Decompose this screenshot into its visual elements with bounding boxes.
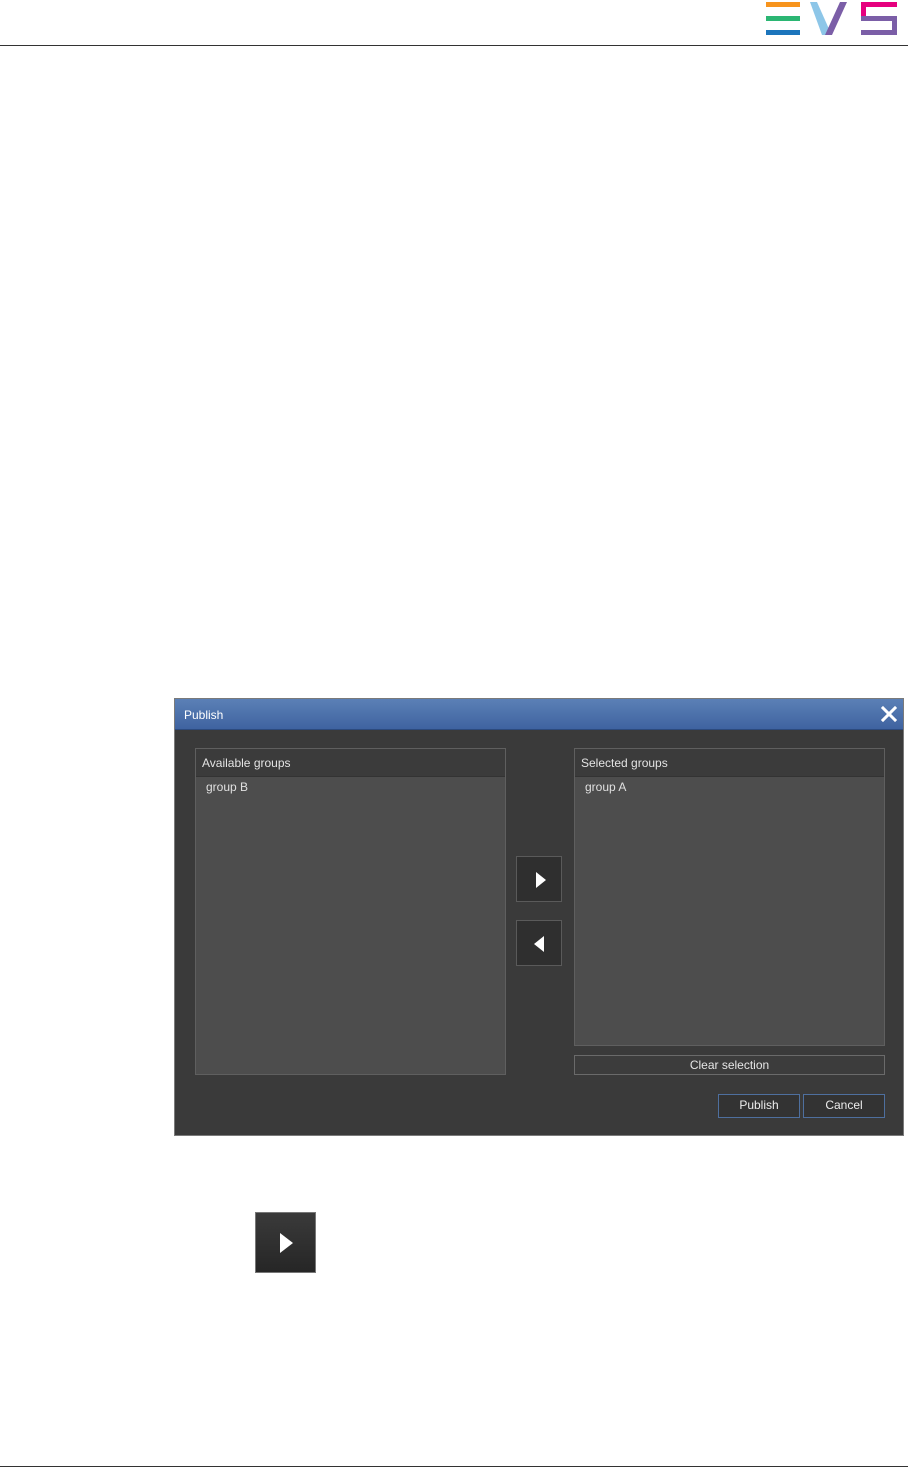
- arrow-left-icon: [534, 936, 544, 952]
- available-groups-list[interactable]: Available groups group B: [195, 748, 506, 1075]
- arrow-right-icon: [280, 1233, 293, 1253]
- arrow-right-icon: [536, 872, 546, 888]
- list-item[interactable]: group B: [196, 777, 505, 797]
- move-left-button[interactable]: [516, 920, 562, 966]
- close-icon[interactable]: [881, 706, 897, 722]
- evs-logo: [766, 2, 897, 35]
- dialog-title: Publish: [184, 708, 224, 722]
- publish-dialog: Publish Available groups group B Selecte…: [174, 698, 904, 1136]
- move-right-button-illustration[interactable]: [255, 1212, 316, 1273]
- available-groups-header: Available groups: [196, 749, 505, 777]
- move-right-button[interactable]: [516, 856, 562, 902]
- cancel-button[interactable]: Cancel: [803, 1094, 885, 1118]
- list-item[interactable]: group A: [575, 777, 884, 797]
- dialog-titlebar: Publish: [175, 699, 903, 730]
- publish-button[interactable]: Publish: [718, 1094, 800, 1118]
- selected-groups-list[interactable]: Selected groups group A: [574, 748, 885, 1046]
- selected-groups-header: Selected groups: [575, 749, 884, 777]
- header-rule: [0, 45, 908, 46]
- clear-selection-button[interactable]: Clear selection: [574, 1055, 885, 1075]
- footer-rule: [0, 1466, 908, 1467]
